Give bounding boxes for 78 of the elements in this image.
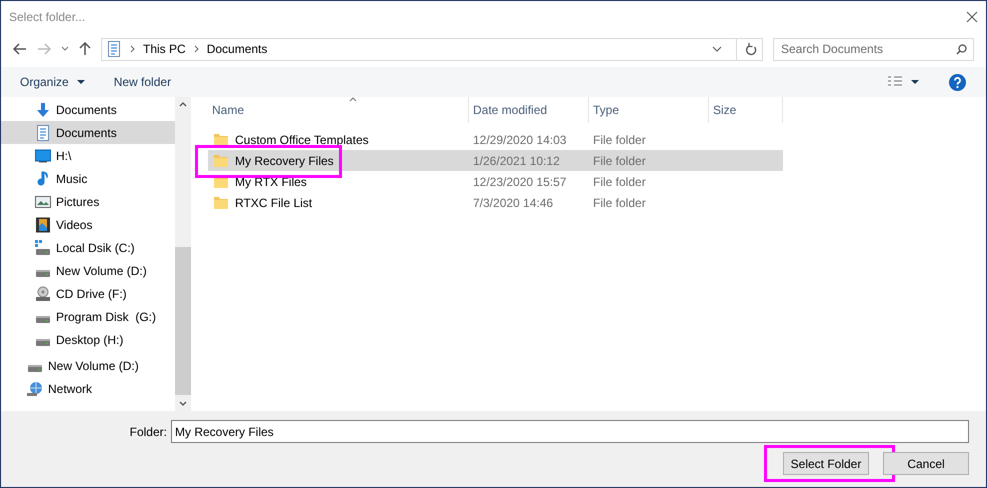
- search-icon: [956, 44, 967, 54]
- sidebar-item[interactable]: Music: [1, 167, 175, 190]
- new-folder-button[interactable]: New folder: [114, 73, 172, 91]
- folder-icon: [213, 152, 229, 168]
- chevron-down-icon[interactable]: [712, 46, 722, 52]
- type-cell-text: File folder: [592, 174, 647, 190]
- column-header[interactable]: Date modified: [469, 97, 589, 123]
- film-icon: [35, 216, 51, 232]
- sidebar-item[interactable]: New Volume (D:): [1, 354, 175, 377]
- sidebar-item[interactable]: Program Disk (G:): [1, 305, 175, 328]
- back-arrow-icon[interactable]: [13, 43, 27, 55]
- chevron-right-icon: [130, 45, 135, 53]
- monitor-icon: [35, 148, 51, 164]
- breadcrumb-item[interactable]: This PC: [143, 40, 186, 58]
- sidebar-item[interactable]: Desktop (H:): [1, 328, 175, 351]
- column-header[interactable]: Size: [709, 97, 783, 123]
- window-title: Select folder...: [9, 8, 86, 26]
- document-icon: [35, 124, 51, 140]
- chevron-down-icon[interactable]: [61, 46, 69, 52]
- file-row[interactable]: My Recovery Files 1/26/2021 10:12 File folder: [208, 150, 783, 171]
- chevron-up-icon[interactable]: [179, 102, 187, 107]
- drive-icon: [27, 365, 43, 372]
- folder-label: Folder:: [130, 424, 167, 440]
- sidebar-item[interactable]: Network: [1, 377, 175, 400]
- type-cell-text: File folder: [592, 194, 647, 212]
- date-cell-text: 7/3/2020 14:46: [472, 194, 554, 212]
- drive-icon: [35, 339, 51, 346]
- drive-icon: [35, 316, 51, 323]
- search-field[interactable]: Search Documents: [773, 38, 974, 60]
- address-bar[interactable]: This PC Documents: [101, 38, 763, 60]
- folder-icon: [213, 132, 229, 148]
- drive-icon: [35, 240, 51, 256]
- sidebar-item[interactable]: H:\: [1, 144, 175, 167]
- date-cell-text: 1/26/2021 10:12: [472, 152, 561, 170]
- down-arrow-icon: [35, 102, 51, 118]
- file-name: My Recovery Files: [235, 152, 334, 170]
- sidebar-item[interactable]: New Volume (D:): [1, 259, 175, 282]
- help-icon[interactable]: [949, 74, 966, 90]
- file-name: RTXC File List: [235, 194, 312, 212]
- music-note-icon: [35, 170, 51, 186]
- folder-input[interactable]: My Recovery Files: [171, 420, 969, 443]
- column-header[interactable]: Name: [208, 97, 469, 123]
- list-view-icon[interactable]: [887, 76, 903, 88]
- dialog-button[interactable]: Cancel: [883, 452, 969, 475]
- date-cell-text: 12/23/2020 15:57: [472, 174, 568, 190]
- picture-icon: [35, 194, 51, 210]
- sidebar-item[interactable]: Documents: [1, 121, 175, 144]
- dialog-button[interactable]: Select Folder: [783, 452, 869, 475]
- sidebar-item[interactable]: Documents: [1, 98, 175, 121]
- file-row[interactable]: RTXC File List 7/3/2020 14:46 File folder: [208, 192, 783, 213]
- organize-button[interactable]: Organize: [20, 73, 85, 91]
- date-cell-text: 12/29/2020 14:03: [472, 132, 568, 148]
- file-name: My RTX Files: [235, 174, 307, 190]
- column-header[interactable]: Type: [589, 97, 709, 123]
- scrollbar-thumb[interactable]: [175, 247, 191, 395]
- sidebar-item[interactable]: CD Drive (F:): [1, 282, 175, 305]
- globe-icon: [27, 380, 43, 396]
- caret-icon[interactable]: [911, 80, 919, 84]
- file-name: Custom Office Templates: [235, 132, 369, 148]
- drive-icon: [35, 270, 51, 277]
- type-cell-text: File folder: [592, 152, 647, 170]
- caret-icon: [76, 80, 85, 84]
- folder-icon: [213, 194, 229, 210]
- type-cell-text: File folder: [592, 132, 647, 148]
- breadcrumb-item[interactable]: Documents: [206, 40, 268, 58]
- chevron-right-icon: [194, 45, 199, 53]
- up-arrow-icon[interactable]: [79, 42, 91, 56]
- sidebar-item[interactable]: Videos: [1, 213, 175, 236]
- refresh-icon[interactable]: [745, 42, 757, 56]
- cd-drive-icon: [35, 286, 51, 302]
- file-row[interactable]: My RTX Files 12/23/2020 15:57 File folder: [208, 171, 783, 192]
- sidebar-item[interactable]: Pictures: [1, 190, 175, 213]
- chevron-down-icon[interactable]: [179, 401, 187, 406]
- document-icon: [106, 41, 122, 57]
- file-row[interactable]: Custom Office Templates 12/29/2020 14:03 File folder: [208, 129, 783, 150]
- scrollbar[interactable]: [175, 97, 191, 411]
- sidebar-item[interactable]: Local Dsik (C:): [1, 236, 175, 259]
- close-icon[interactable]: [966, 10, 978, 22]
